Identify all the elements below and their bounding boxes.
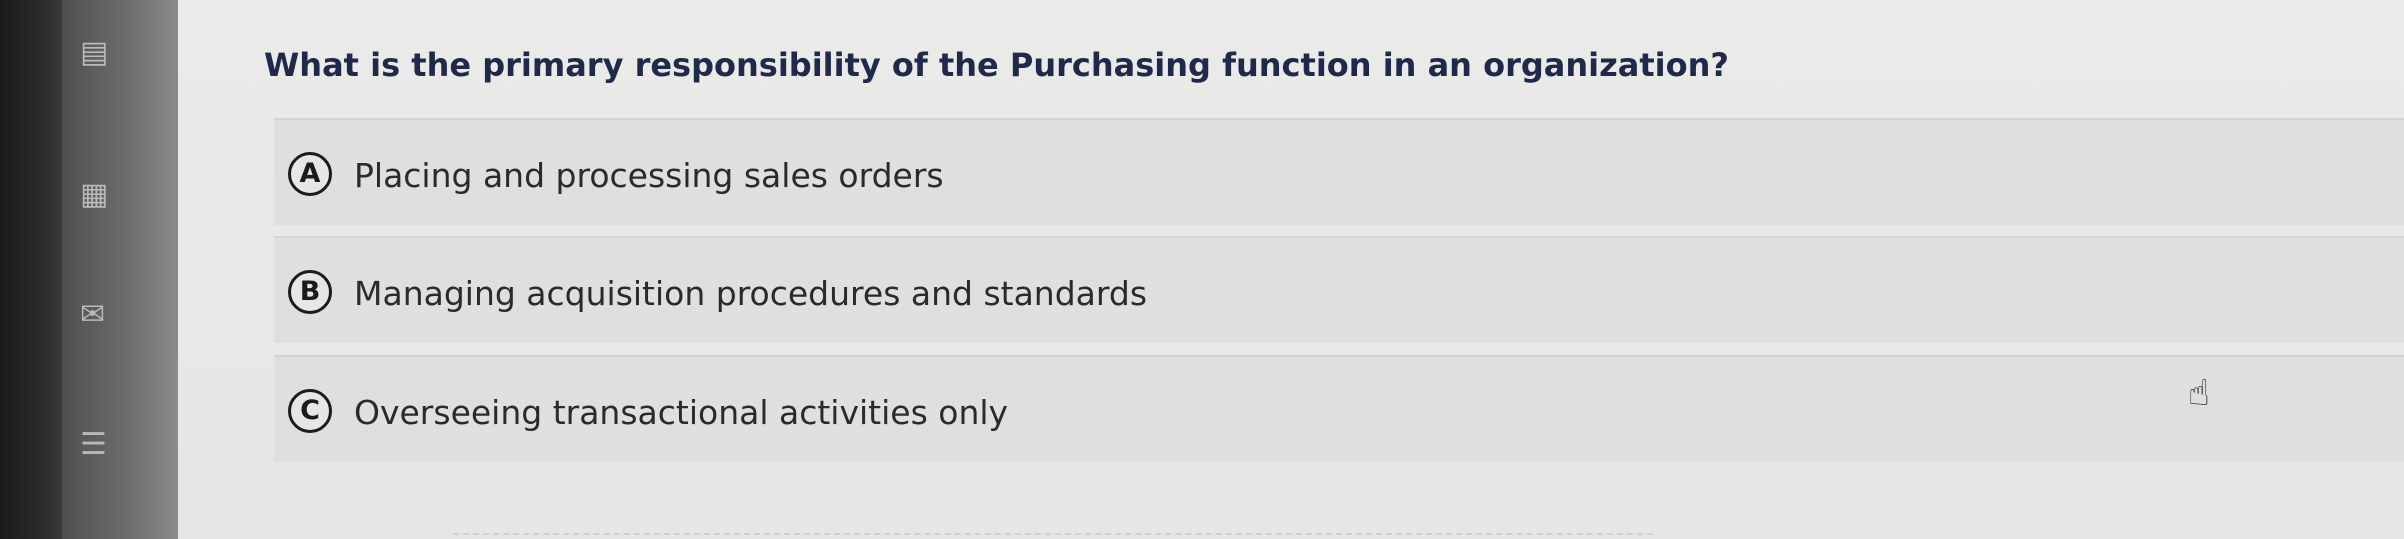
divider <box>453 533 1653 535</box>
option-a[interactable]: A Placing and processing sales orders <box>274 118 2404 225</box>
question-text: What is the primary responsibility of th… <box>264 46 1729 84</box>
option-c[interactable]: C Overseeing transactional activities on… <box>274 355 2404 462</box>
sidebar: ▤ ▦ ✉ ☰ <box>62 0 178 539</box>
option-letter-c: C <box>288 389 332 433</box>
mail-icon[interactable]: ✉ <box>80 300 105 330</box>
option-text-a: Placing and processing sales orders <box>354 156 944 195</box>
option-letter-b: B <box>288 270 332 314</box>
pointer-hand-icon: ☝ <box>2188 373 2210 414</box>
document-icon[interactable]: ▤ <box>80 38 108 68</box>
list-icon[interactable]: ☰ <box>80 430 107 460</box>
option-text-b: Managing acquisition procedures and stan… <box>354 274 1148 313</box>
calculator-icon[interactable]: ▦ <box>80 180 108 210</box>
option-b[interactable]: B Managing acquisition procedures and st… <box>274 236 2404 343</box>
option-letter-a: A <box>288 152 332 196</box>
option-text-c: Overseeing transactional activities only <box>354 393 1009 432</box>
screen-bezel <box>0 0 62 539</box>
question-panel: What is the primary responsibility of th… <box>178 0 2404 539</box>
